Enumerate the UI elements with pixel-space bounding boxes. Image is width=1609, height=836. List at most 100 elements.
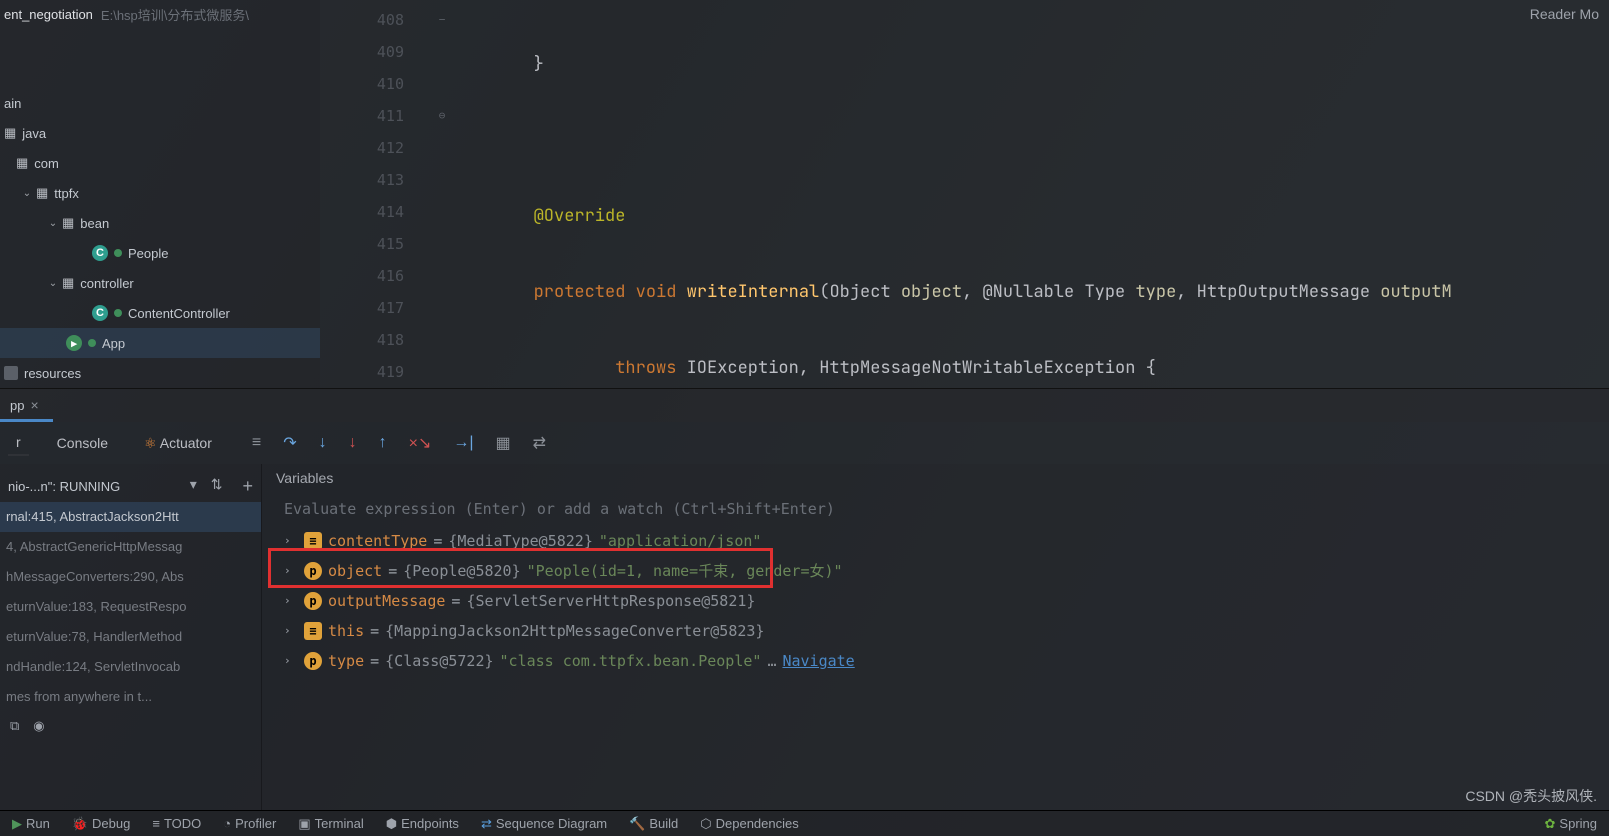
evaluate-icon[interactable]: ▦ xyxy=(496,433,511,453)
editor-gutter: 408 409 410 411 412 413 414 415 416 417 … xyxy=(320,0,432,388)
endpoints-tool[interactable]: ⬢Endpoints xyxy=(386,816,459,832)
step-out-icon[interactable]: ↑ xyxy=(379,434,387,452)
debug-toolbar: r Console ⚛ Actuator ≡ ↷ ↓ ↓ ↑ ×↘ →| ▦ ⇄ xyxy=(0,422,1609,464)
profiler-tool[interactable]: ◔Profiler xyxy=(223,816,276,831)
step-over-icon[interactable]: ↷ xyxy=(283,433,296,453)
vcs-dot-icon xyxy=(114,309,122,317)
code-line: } xyxy=(452,48,1609,80)
debug-tool[interactable]: 🐞Debug xyxy=(72,816,131,832)
sort-icon[interactable]: ⇅ xyxy=(211,476,223,497)
debug-panel: nio-...n": RUNNING ▾ ⇅ + rnal:415, Abstrac… xyxy=(0,464,1609,810)
variable-row[interactable]: ›poutputMessage = {ServletServerHttpResp… xyxy=(270,586,1609,616)
filter-icon[interactable]: ▾ xyxy=(190,476,197,497)
class-icon: C xyxy=(92,245,108,261)
vcs-dot-icon xyxy=(88,339,96,347)
frames-panel[interactable]: nio-...n": RUNNING ▾ ⇅ + rnal:415, Abstrac… xyxy=(0,464,262,810)
variable-row[interactable]: ›ptype = {Class@5722} "class com.ttpfx.b… xyxy=(270,646,1609,676)
code-line: @Override xyxy=(452,200,1609,232)
project-path: E:\hsp培训\分布式微服务\ xyxy=(101,5,249,24)
project-sidebar[interactable]: ent_negotiation E:\hsp培训\分布式微服务\ ain ▦ja… xyxy=(0,0,320,388)
tree-node-ttpfx[interactable]: ⌄▦ttpfx xyxy=(0,178,320,208)
tool-window-tabs[interactable]: pp× xyxy=(0,388,1609,422)
run-to-cursor-icon[interactable]: →| xyxy=(453,434,473,452)
chevron-right-icon: › xyxy=(284,586,298,616)
param-icon: p xyxy=(304,592,322,610)
field-icon: ≡ xyxy=(304,532,322,550)
navigate-link[interactable]: Navigate xyxy=(782,646,854,676)
trace-icon[interactable]: ⇄ xyxy=(533,433,546,453)
build-tool[interactable]: 🔨Build xyxy=(629,816,678,832)
frame-row[interactable]: 4, AbstractGenericHttpMessag xyxy=(0,532,261,562)
variables-title: Variables xyxy=(270,464,1609,492)
frame-row[interactable]: hMessageConverters:290, Abs xyxy=(0,562,261,592)
code-line: throws IOException, HttpMessageNotWritab… xyxy=(452,352,1609,384)
frame-row[interactable]: mes from anywhere in t... xyxy=(0,682,261,712)
todo-tool[interactable]: ≡TODO xyxy=(152,816,201,831)
tree-node-com[interactable]: ▦com xyxy=(0,148,320,178)
tree-node-resources[interactable]: resources xyxy=(0,358,320,388)
class-icon: C xyxy=(92,305,108,321)
code-line: protected void writeInternal(Object obje… xyxy=(452,276,1609,308)
variables-panel[interactable]: Variables Evaluate expression (Enter) or… xyxy=(262,464,1609,810)
tree-node-contentcontroller[interactable]: CContentController xyxy=(0,298,320,328)
spring-tool[interactable]: ✿Spring xyxy=(1545,816,1597,832)
thread-status[interactable]: nio-...n": RUNNING xyxy=(8,479,120,494)
watermark: CSDN @秃头披风侠. xyxy=(1465,786,1597,806)
chevron-right-icon: › xyxy=(284,556,298,586)
chevron-right-icon: › xyxy=(284,616,298,646)
evaluate-input[interactable]: Evaluate expression (Enter) or add a wat… xyxy=(270,492,1609,526)
terminal-tool[interactable]: ▣Terminal xyxy=(298,816,363,832)
folder-icon: ▦ xyxy=(62,275,74,291)
folder-icon: ▦ xyxy=(16,155,28,171)
field-icon: ≡ xyxy=(304,622,322,640)
tree-node-main[interactable]: ain xyxy=(0,88,320,118)
copy-icon[interactable]: ⧉ xyxy=(10,718,19,734)
close-icon[interactable]: × xyxy=(30,397,38,413)
debugger-tab[interactable]: r xyxy=(8,430,29,456)
step-into-icon[interactable]: ↓ xyxy=(319,434,327,452)
chevron-down-icon[interactable]: ⌄ xyxy=(18,188,36,199)
frame-row[interactable]: rnal:415, AbstractJackson2Htt xyxy=(0,502,261,532)
sidebar-header: ent_negotiation E:\hsp培训\分布式微服务\ xyxy=(0,0,320,28)
project-tree[interactable]: ain ▦java ▦com ⌄▦ttpfx ⌄▦bean CPeople ⌄▦… xyxy=(0,28,320,388)
status-bar: ▶Run 🐞Debug ≡TODO ◔Profiler ▣Terminal ⬢E… xyxy=(0,810,1609,836)
frame-row[interactable]: eturnValue:183, RequestRespo xyxy=(0,592,261,622)
folder-icon: ▦ xyxy=(4,125,16,141)
watch-icon[interactable]: ◉ xyxy=(33,718,44,734)
frame-row[interactable]: eturnValue:78, HandlerMethod xyxy=(0,622,261,652)
code-editor[interactable]: Reader Mo 408 409 410 411 412 413 414 41… xyxy=(320,0,1609,388)
frame-row[interactable]: ndHandle:124, ServletInvocab xyxy=(0,652,261,682)
chevron-right-icon: › xyxy=(284,646,298,676)
tree-node-people[interactable]: CPeople xyxy=(0,238,320,268)
variable-row[interactable]: ›≡contentType = {MediaType@5822} "applic… xyxy=(270,526,1609,556)
code-area[interactable]: } @Override protected void writeInternal… xyxy=(452,0,1609,388)
tree-node-bean[interactable]: ⌄▦bean xyxy=(0,208,320,238)
chevron-down-icon[interactable]: ⌄ xyxy=(44,278,62,289)
variable-row[interactable]: ›pobject = {People@5820} "People(id=1, n… xyxy=(270,556,1609,586)
param-icon: p xyxy=(304,652,322,670)
param-icon: p xyxy=(304,562,322,580)
dependencies-tool[interactable]: ⬡Dependencies xyxy=(700,816,798,832)
tree-node-java[interactable]: ▦java xyxy=(0,118,320,148)
tab-app[interactable]: pp× xyxy=(0,391,53,422)
code-line xyxy=(452,124,1609,156)
run-class-icon: ▸ xyxy=(66,335,82,351)
tree-node-app[interactable]: ▸App xyxy=(0,328,320,358)
chevron-down-icon[interactable]: ⌄ xyxy=(44,218,62,229)
chevron-right-icon: › xyxy=(284,526,298,556)
force-step-into-icon[interactable]: ↓ xyxy=(349,434,357,452)
resources-icon xyxy=(4,366,18,380)
run-tool[interactable]: ▶Run xyxy=(12,816,50,832)
settings-icon[interactable]: ≡ xyxy=(252,434,261,452)
folder-icon: ▦ xyxy=(36,185,48,201)
drop-frame-icon[interactable]: ×↘ xyxy=(409,433,432,453)
console-tab[interactable]: Console xyxy=(49,431,116,455)
sequence-tool[interactable]: ⇄Sequence Diagram xyxy=(481,816,607,832)
vcs-dot-icon xyxy=(114,249,122,257)
add-icon[interactable]: + xyxy=(242,476,253,497)
actuator-tab[interactable]: ⚛ Actuator xyxy=(136,431,220,456)
tree-node-controller[interactable]: ⌄▦controller xyxy=(0,268,320,298)
fold-column[interactable]: −⊖ xyxy=(432,0,452,388)
project-name: ent_negotiation xyxy=(4,7,93,22)
variable-row[interactable]: ›≡this = {MappingJackson2HttpMessageConv… xyxy=(270,616,1609,646)
